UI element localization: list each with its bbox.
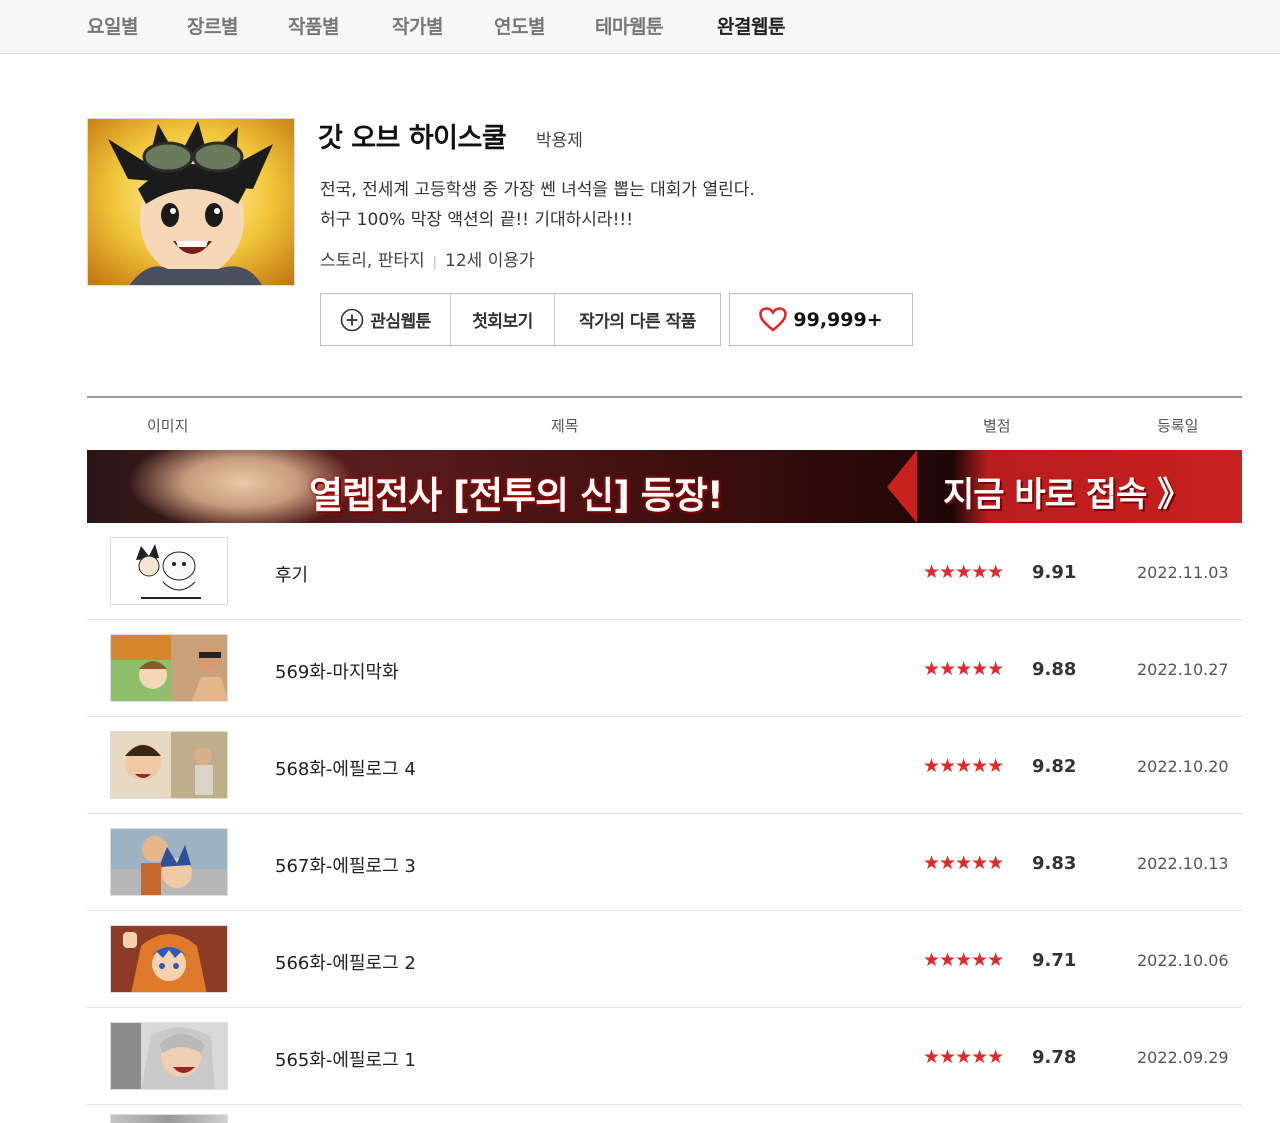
genre-nav: 요일별 장르별 작품별 작가별 연도별 테마웹툰 완결웹툰 [0, 0, 1280, 54]
first-episode-button[interactable]: 첫회보기 [451, 294, 555, 345]
header-date: 등록일 [1157, 417, 1199, 435]
episode-row[interactable]: 569화-마지막화 ★★★★★ 9.88 2022.10.27 [87, 620, 1242, 717]
episode-row[interactable]: 566화-에필로그 2 ★★★★★ 9.71 2022.10.06 [87, 911, 1242, 1008]
ad-banner[interactable]: 열렙전사 [전투의 신] 등장! 지금 바로 접속 》 [87, 450, 1242, 523]
episode-table: 이미지 제목 별점 등록일 열렙전사 [전투의 신] 등장! 지금 바로 접속 … [87, 396, 1242, 1105]
rating-score: 9.88 [1032, 659, 1077, 680]
banner-cta: 지금 바로 접속 》 [943, 475, 1191, 515]
rating-score: 9.83 [1032, 853, 1077, 874]
episode-thumbnail[interactable] [110, 537, 228, 605]
star-rating: ★★★★★ [923, 755, 1004, 777]
banner-arrow-shape [887, 450, 917, 523]
star-rating: ★★★★★ [923, 658, 1004, 680]
banner-headline: 열렙전사 [전투의 신] 등장! [309, 474, 724, 517]
star-rating: ★★★★★ [923, 949, 1004, 971]
episode-title[interactable]: 후기 [275, 561, 308, 587]
rating-score: 9.91 [1032, 562, 1077, 583]
nav-item-theme[interactable]: 테마웹툰 [595, 12, 663, 39]
episode-date: 2022.10.20 [1137, 757, 1229, 776]
episode-date: 2022.11.03 [1137, 563, 1229, 582]
rating-score: 9.82 [1032, 756, 1077, 777]
star-rating: ★★★★★ [923, 852, 1004, 874]
description-line: 허구 100% 막장 액션의 끝!! 기대하시라!!! [320, 210, 634, 230]
episode-date: 2022.09.29 [1137, 1048, 1229, 1067]
star-rating: ★★★★★ [923, 1046, 1004, 1068]
episode-thumbnail-partial[interactable] [110, 1114, 228, 1123]
header-title: 제목 [551, 417, 579, 435]
episode-row[interactable]: 567화-에필로그 3 ★★★★★ 9.83 2022.10.13 [87, 814, 1242, 911]
like-count: 99,999+ [793, 308, 883, 331]
episode-thumbnail[interactable] [110, 731, 228, 799]
rating-score: 9.71 [1032, 950, 1077, 971]
nav-item-completed[interactable]: 완결웹툰 [717, 12, 785, 39]
other-works-button[interactable]: 작가의 다른 작품 [555, 294, 720, 345]
nav-item-title[interactable]: 작품별 [288, 12, 339, 39]
nav-item-year[interactable]: 연도별 [494, 12, 545, 39]
rating-score: 9.78 [1032, 1047, 1077, 1068]
meta-divider: | [432, 255, 438, 270]
star-rating: ★★★★★ [923, 561, 1004, 583]
episode-row[interactable]: 후기 ★★★★★ 9.91 2022.11.03 [87, 523, 1242, 620]
episode-title[interactable]: 569화-마지막화 [275, 658, 399, 684]
nav-item-genre[interactable]: 장르별 [187, 12, 238, 39]
episode-date: 2022.10.13 [1137, 854, 1229, 873]
episode-thumbnail[interactable] [110, 634, 228, 702]
webtoon-author[interactable]: 박용제 [536, 126, 583, 151]
nav-item-author[interactable]: 작가별 [392, 12, 443, 39]
episode-title[interactable]: 566화-에필로그 2 [275, 949, 416, 975]
episode-thumbnail[interactable] [110, 1022, 228, 1090]
age-rating: 12세 이용가 [445, 251, 535, 271]
favorite-label: 관심웹툰 [370, 312, 431, 332]
webtoon-meta: 스토리, 판타지 | 12세 이용가 [320, 246, 535, 271]
table-header: 이미지 제목 별점 등록일 [87, 398, 1242, 450]
episode-title[interactable]: 565화-에필로그 1 [275, 1046, 416, 1072]
episode-row[interactable]: 565화-에필로그 1 ★★★★★ 9.78 2022.09.29 [87, 1008, 1242, 1105]
nav-item-weekday[interactable]: 요일별 [87, 12, 138, 39]
header-image: 이미지 [147, 417, 189, 435]
description-line: 전국, 전세계 고등학생 중 가장 쎈 녀석을 뽑는 대회가 열린다. [320, 180, 755, 200]
episode-date: 2022.10.06 [1137, 951, 1229, 970]
action-button-group: 관심웹툰 첫회보기 작가의 다른 작품 [320, 293, 721, 346]
episode-thumbnail[interactable] [110, 828, 228, 896]
plus-circle-icon [340, 308, 364, 332]
genre-label: 스토리, 판타지 [320, 251, 425, 271]
webtoon-cover-image [87, 118, 295, 286]
episode-title[interactable]: 568화-에필로그 4 [275, 755, 416, 781]
episode-title[interactable]: 567화-에필로그 3 [275, 852, 416, 878]
episode-thumbnail[interactable] [110, 925, 228, 993]
like-button[interactable]: 99,999+ [729, 293, 913, 346]
webtoon-description: 전국, 전세계 고등학생 중 가장 쎈 녀석을 뽑는 대회가 열린다. 허구 1… [320, 175, 755, 235]
webtoon-title: 갓 오브 하이스쿨 [318, 123, 507, 154]
heart-icon [759, 307, 793, 332]
episode-row[interactable]: 568화-에필로그 4 ★★★★★ 9.82 2022.10.20 [87, 717, 1242, 814]
favorite-button[interactable]: 관심웹툰 [321, 294, 451, 345]
header-rating: 별점 [983, 417, 1011, 435]
episode-date: 2022.10.27 [1137, 660, 1229, 679]
